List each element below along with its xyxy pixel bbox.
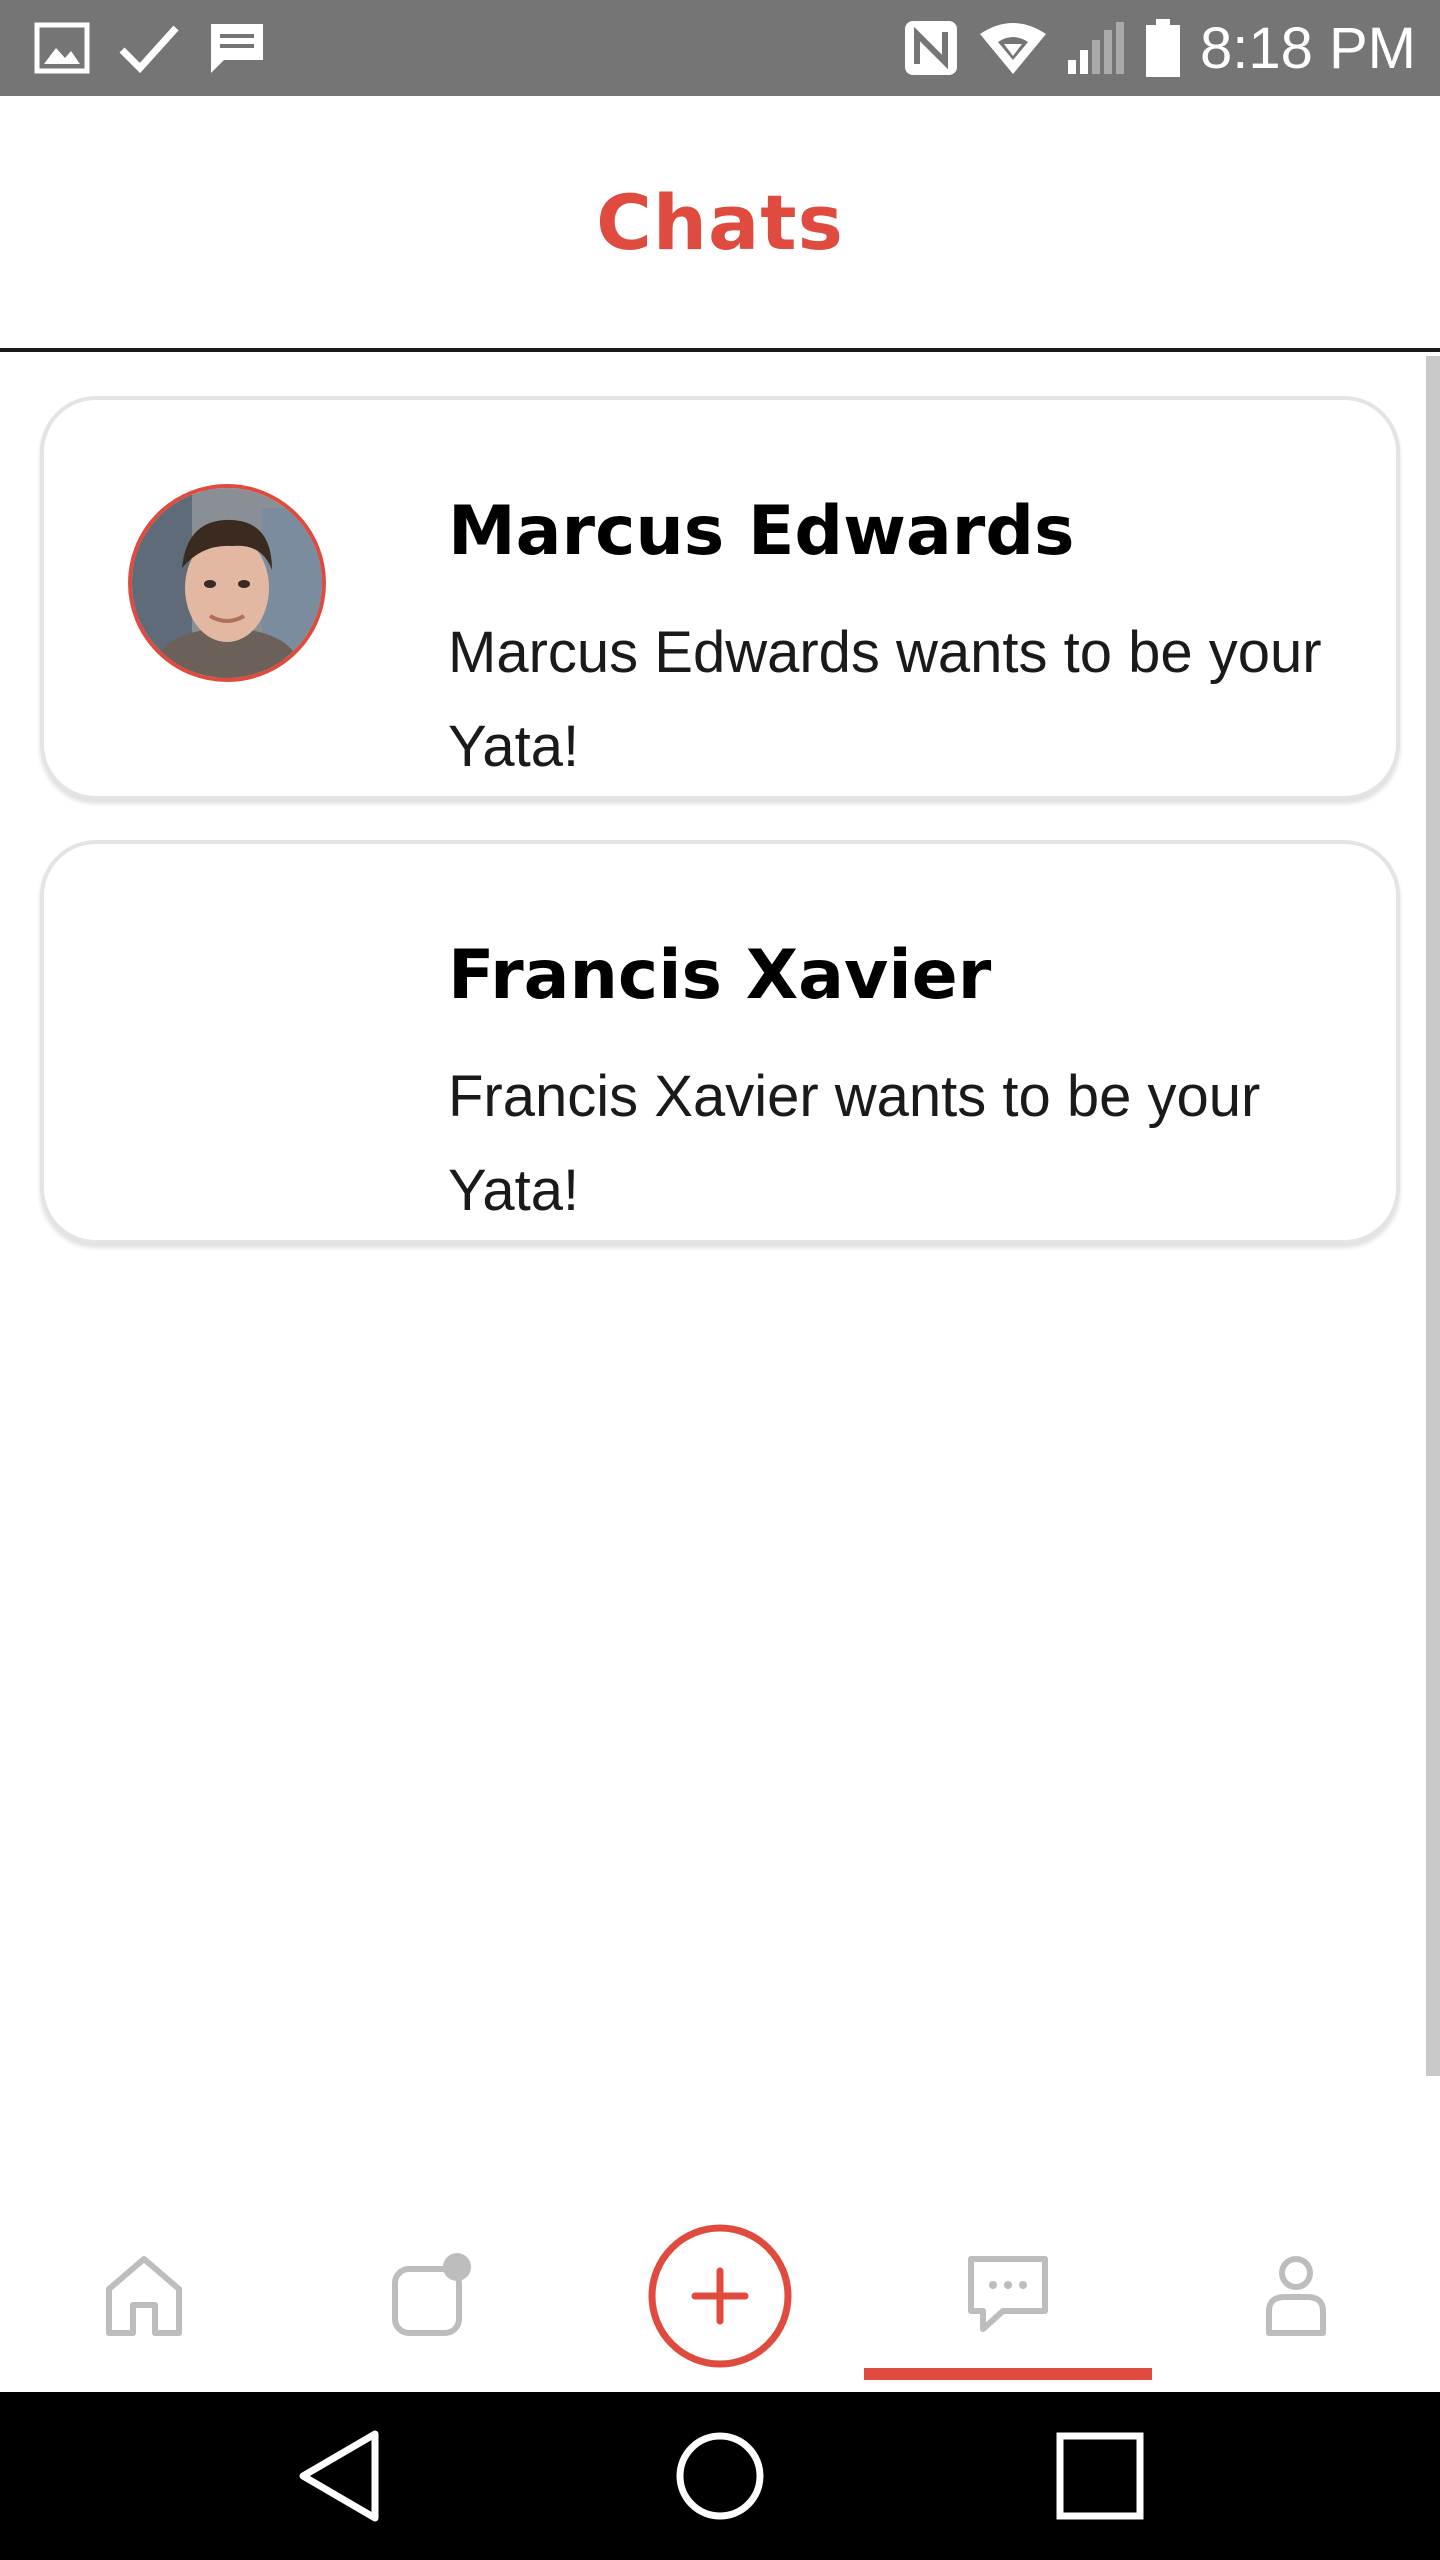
nfc-icon [905, 21, 957, 75]
chat-icon [968, 2256, 1048, 2332]
nav-add-button[interactable] [620, 2200, 820, 2392]
profile-icon [1266, 2256, 1326, 2336]
home-button[interactable] [620, 2392, 820, 2560]
nav-profile[interactable] [1196, 2200, 1396, 2392]
active-tab-indicator [864, 2368, 1152, 2380]
chat-name: Francis Xavier [448, 936, 992, 1015]
image-icon [34, 22, 90, 74]
chat-list[interactable]: Marcus Edwards Marcus Edwards wants to b… [0, 356, 1440, 2076]
chat-item-marcus-edwards[interactable]: Marcus Edwards Marcus Edwards wants to b… [40, 396, 1400, 800]
recents-button[interactable] [1000, 2392, 1200, 2560]
status-time: 8:18 PM [1200, 15, 1416, 81]
nav-home[interactable] [44, 2200, 244, 2392]
back-icon [299, 2430, 379, 2522]
page-title: Chats [596, 177, 844, 267]
message-icon [211, 24, 263, 73]
home-circle-icon [676, 2432, 764, 2520]
back-button[interactable] [240, 2392, 440, 2560]
wifi-icon [980, 23, 1046, 74]
nav-chats[interactable] [908, 2200, 1108, 2392]
battery-icon [1146, 19, 1180, 77]
recents-icon [1056, 2432, 1144, 2520]
scrollbar[interactable] [1426, 356, 1440, 2076]
system-nav-bar [0, 2392, 1440, 2560]
bottom-nav [0, 2200, 1440, 2392]
chat-item-francis-xavier[interactable]: Francis Xavier Francis Xavier wants to b… [40, 840, 1400, 1244]
chat-message: Marcus Edwards wants to be your Yata! [448, 620, 1322, 779]
add-icon [648, 2224, 792, 2368]
check-icon [119, 25, 179, 74]
app-header: Chats [0, 96, 1440, 352]
chat-message: Francis Xavier wants to be your Yata! [448, 1064, 1261, 1223]
chat-name: Marcus Edwards [448, 492, 1075, 571]
signal-icon [1068, 22, 1124, 74]
notes-icon [392, 2253, 471, 2336]
avatar [128, 484, 326, 682]
status-bar: 8:18 PM [0, 0, 1440, 96]
home-icon [106, 2256, 182, 2336]
nav-notes[interactable] [330, 2200, 530, 2392]
